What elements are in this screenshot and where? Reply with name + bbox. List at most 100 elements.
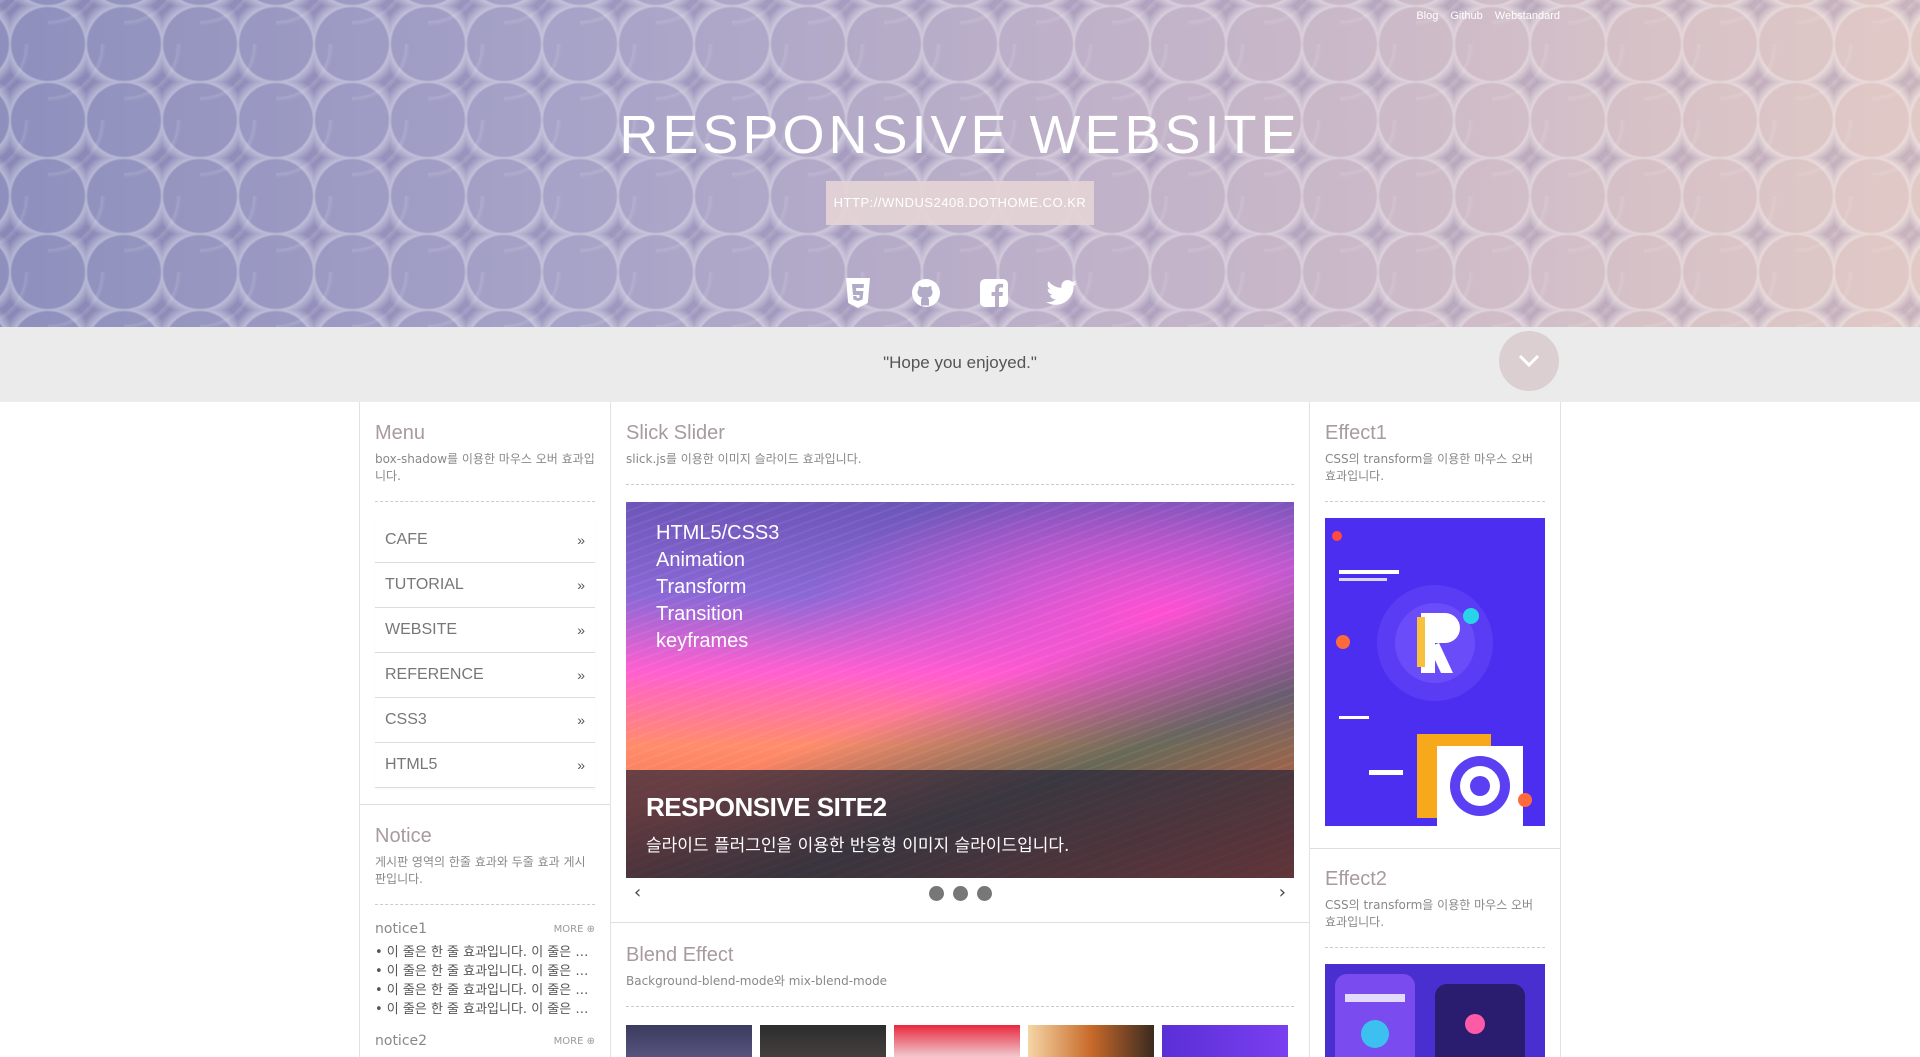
section-divider (360, 804, 610, 805)
section-divider (1310, 848, 1560, 849)
menu-item-label: CSS3 (385, 711, 427, 728)
notice-desc: 게시판 영역의 한줄 효과와 두줄 효과 게시판입니다. (375, 855, 586, 886)
menu-item-label: TUTORIAL (385, 576, 464, 593)
menu-item-label: WEBSITE (385, 621, 458, 638)
divider (375, 501, 595, 502)
menu-item-label: CAFE (385, 531, 428, 548)
effect2-desc: CSS의 transform을 이용한 마우스 오버 효과입니다. (1325, 898, 1534, 929)
section-divider (611, 922, 1309, 923)
slider-dot[interactable] (976, 886, 992, 901)
notice-line[interactable]: • 이 줄은 한 줄 효과입니다. 이 줄은 한 줄 효과입니다. (375, 962, 595, 981)
slide-tag: keyframes (656, 630, 749, 652)
more-link[interactable]: MORE ⊕ (554, 1036, 595, 1047)
more-label: MORE (553, 1035, 584, 1047)
notice-line[interactable]: • 이 줄은 한 줄 효과입니다. 이 줄은 한 줄 효과입니다. (375, 981, 595, 1000)
more-link[interactable]: MORE ⊕ (554, 924, 595, 935)
slide-tag: Transform (656, 576, 747, 598)
facebook-icon[interactable] (978, 277, 1010, 309)
divider (626, 1006, 1294, 1007)
social-icons (0, 277, 1920, 309)
menu-item-html5[interactable]: HTML5 » (375, 743, 595, 788)
double-chevron-right-icon: » (577, 667, 585, 683)
effect2-title: Effect2 (1325, 868, 1387, 890)
site-header: Blog Github Webstandard RESPONSIVE WEBSI… (0, 0, 1920, 327)
slide-caption-title: RESPONSIVE SITE2 (646, 792, 887, 822)
url-button[interactable]: HTTP://WNDUS2408.DOTHOME.CO.KR (826, 181, 1094, 225)
divider (626, 484, 1294, 485)
slide-caption: RESPONSIVE SITE2 슬라이드 플러그인을 이용한 반응형 이미지 … (626, 770, 1294, 878)
double-chevron-right-icon: » (577, 532, 585, 548)
menu-desc: box-shadow를 이용한 마우스 오버 효과입니다. (375, 452, 595, 483)
twitter-icon[interactable] (1046, 277, 1078, 309)
slide-tag: Transition (656, 603, 744, 625)
double-chevron-right-icon: » (577, 622, 585, 638)
slider-dots (626, 886, 1294, 901)
slide-tag: HTML5/CSS3 (656, 522, 780, 544)
scroll-down-button[interactable] (1499, 331, 1559, 391)
menu-item-reference[interactable]: REFERENCE » (375, 653, 595, 698)
slider-dot[interactable] (928, 886, 944, 901)
effect1-title: Effect1 (1325, 422, 1387, 444)
github-icon[interactable] (910, 277, 942, 309)
notice-group-header: notice2 MORE ⊕ (375, 1033, 595, 1049)
effect1-image[interactable] (1325, 518, 1545, 826)
slider-dot[interactable] (952, 886, 968, 901)
top-link-webstandard[interactable]: Webstandard (1495, 10, 1560, 22)
notice-line[interactable]: • 이 줄은 한 줄 효과입니다. 이 줄은 한 줄 효과입니다. (375, 943, 595, 962)
menu-item-label: HTML5 (385, 756, 438, 773)
notice-group-title[interactable]: notice2 (375, 1033, 427, 1049)
menu-item-tutorial[interactable]: TUTORIAL » (375, 563, 595, 608)
slide-tags: HTML5/CSS3 Animation Transform Transitio… (656, 520, 779, 655)
double-chevron-right-icon: » (577, 577, 585, 593)
slide-caption-desc: 슬라이드 플러그인을 이용한 반응형 이미지 슬라이드입니다. (646, 836, 1070, 856)
divider (1325, 501, 1545, 502)
menu-item-label: REFERENCE (385, 666, 484, 683)
blend-thumbnail[interactable] (1028, 1025, 1154, 1057)
blend-desc: Background-blend-mode와 mix-blend-mode (626, 974, 888, 988)
divider (375, 904, 595, 905)
right-column: Effect1 CSS의 transform을 이용한 마우스 오버 효과입니다… (1309, 402, 1561, 1057)
blend-thumbnail[interactable] (894, 1025, 1020, 1057)
html5-icon[interactable] (842, 277, 874, 309)
chevron-down-icon (1518, 354, 1540, 368)
notice-group-header: notice1 MORE ⊕ (375, 921, 595, 937)
top-link-blog[interactable]: Blog (1416, 10, 1438, 22)
menu-section: Menu box-shadow를 이용한 마우스 오버 효과입니다. CAFE »… (375, 422, 595, 788)
site-title: RESPONSIVE WEBSITE (619, 105, 1301, 165)
notice-line[interactable]: • 이 줄은 한 줄 효과입니다. 이 줄은 한 줄 효과입니다. (375, 1000, 595, 1019)
effect1-section: Effect1 CSS의 transform을 이용한 마우스 오버 효과입니다… (1325, 422, 1545, 826)
top-link-github[interactable]: Github (1450, 10, 1482, 22)
blend-thumbnail[interactable] (1162, 1025, 1288, 1057)
top-links: Blog Github Webstandard (1416, 10, 1560, 22)
slider-title: Slick Slider (626, 422, 725, 444)
double-chevron-right-icon: » (577, 757, 585, 773)
blend-thumbnail[interactable] (626, 1025, 752, 1057)
menu-item-cafe[interactable]: CAFE » (375, 518, 595, 563)
left-column: Menu box-shadow를 이용한 마우스 오버 효과입니다. CAFE »… (359, 402, 611, 1057)
effect2-section: Effect2 CSS의 transform을 이용한 마우스 오버 효과입니다… (1325, 868, 1545, 1057)
notice-section: Notice 게시판 영역의 한줄 효과와 두줄 효과 게시판입니다. noti… (375, 825, 595, 1049)
slide-tag: Animation (656, 549, 745, 571)
divider (1325, 947, 1545, 948)
quote-bar: "Hope you enjoyed." (0, 327, 1920, 402)
menu-title: Menu (375, 422, 426, 444)
quote-text: "Hope you enjoyed." (883, 353, 1037, 372)
next-arrow-icon[interactable]: › (1279, 882, 1286, 903)
middle-column: Slick Slider slick.js를 이용한 이미지 슬라이드 효과입니… (610, 402, 1310, 1057)
blend-section: Blend Effect Background-blend-mode와 mix-… (626, 944, 1294, 1057)
effect1-desc: CSS의 transform을 이용한 마우스 오버 효과입니다. (1325, 452, 1534, 483)
slider-desc: slick.js를 이용한 이미지 슬라이드 효과입니다. (626, 452, 862, 466)
blend-title: Blend Effect (626, 944, 734, 966)
blend-thumbnails (626, 1025, 1294, 1057)
blend-thumbnail[interactable] (760, 1025, 886, 1057)
double-chevron-right-icon: » (577, 712, 585, 728)
menu-item-website[interactable]: WEBSITE » (375, 608, 595, 653)
image-slider[interactable]: HTML5/CSS3 Animation Transform Transitio… (626, 502, 1294, 878)
more-label: MORE (553, 923, 584, 935)
notice-list: • 이 줄은 한 줄 효과입니다. 이 줄은 한 줄 효과입니다. • 이 줄은… (375, 943, 595, 1019)
notice-group-title[interactable]: notice1 (375, 921, 427, 937)
effect2-image[interactable] (1325, 964, 1545, 1057)
menu-list: CAFE » TUTORIAL » WEBSITE » REFERENCE » CSS3… (375, 518, 595, 788)
menu-item-css3[interactable]: CSS3 » (375, 698, 595, 743)
slider-section-header: Slick Slider slick.js를 이용한 이미지 슬라이드 효과입니… (626, 422, 1294, 485)
